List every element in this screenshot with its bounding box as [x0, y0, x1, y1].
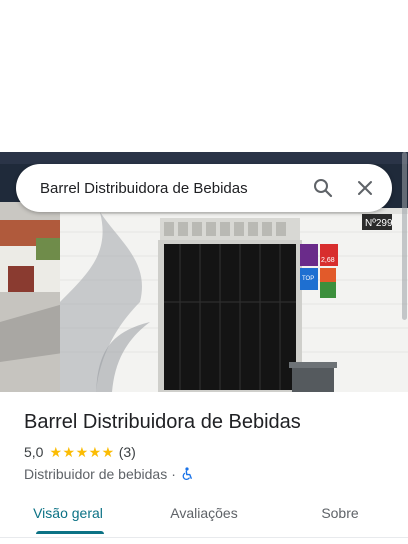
- close-icon: [358, 181, 372, 195]
- separator-dot: ·: [171, 466, 176, 482]
- blank-area: [0, 0, 408, 152]
- place-info: Barrel Distribuidora de Bebidas 5,0 ★★★★…: [24, 408, 394, 484]
- place-title: Barrel Distribuidora de Bebidas: [24, 411, 301, 433]
- sticker-price: 2,68: [321, 257, 335, 264]
- search-icon: [314, 179, 333, 198]
- number-plate: Nº299: [365, 218, 393, 229]
- scrollbar[interactable]: [402, 152, 407, 320]
- tab-reviews[interactable]: Avaliações: [136, 494, 272, 534]
- close-button[interactable]: [344, 164, 386, 212]
- rating-value: 5,0: [24, 444, 44, 460]
- search-button[interactable]: [302, 164, 344, 212]
- review-count[interactable]: (3): [119, 444, 136, 460]
- star-rating-icons: ★★★★★: [49, 443, 115, 460]
- rating-row[interactable]: 5,0 ★★★★★ (3): [24, 442, 394, 462]
- tabs-divider: [0, 537, 408, 538]
- tab-about[interactable]: Sobre: [272, 494, 408, 534]
- sticker-top: TOP: [302, 276, 314, 282]
- place-category: Distribuidor de bebidas: [24, 466, 168, 482]
- tab-overview[interactable]: Visão geral: [0, 494, 136, 534]
- category-row: Distribuidor de bebidas ·: [24, 464, 394, 484]
- place-tabs: Visão geral Avaliações Sobre: [0, 494, 408, 534]
- search-bar[interactable]: Barrel Distribuidora de Bebidas: [16, 164, 392, 212]
- wheelchair-accessible-icon: [182, 467, 192, 481]
- search-input[interactable]: Barrel Distribuidora de Bebidas: [40, 180, 302, 197]
